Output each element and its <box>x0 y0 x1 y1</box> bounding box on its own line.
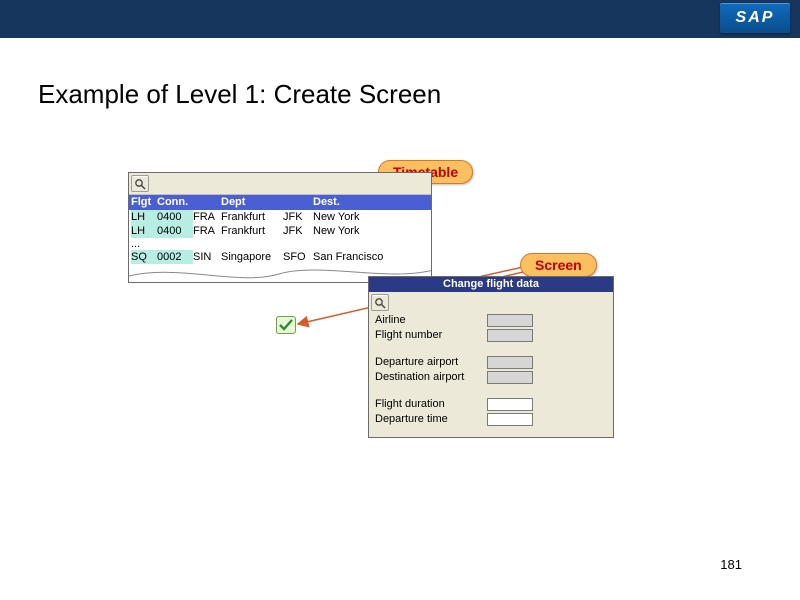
table-row[interactable]: SQ 0002 SIN Singapore SFO San Francisco <box>129 250 431 264</box>
table-row[interactable]: LH 0400 FRA Frankfurt JFK New York <box>129 224 431 238</box>
timetable-toolbar <box>129 173 431 195</box>
screen-body: Airline Flight number Departure airport … <box>369 313 613 427</box>
label-flight-duration: Flight duration <box>375 397 487 412</box>
label-departure-time: Departure time <box>375 412 487 427</box>
input-departure-airport[interactable] <box>487 356 533 369</box>
input-departure-time[interactable] <box>487 413 533 426</box>
input-flight-duration[interactable] <box>487 398 533 411</box>
table-row[interactable]: LH 0400 FRA Frankfurt JFK New York <box>129 210 431 224</box>
callout-screen: Screen <box>520 253 597 277</box>
input-destination-airport[interactable] <box>487 371 533 384</box>
col-conn: Conn. <box>157 195 193 210</box>
input-airline[interactable] <box>487 314 533 327</box>
timetable-body: LH 0400 FRA Frankfurt JFK New York LH 04… <box>129 210 431 282</box>
search-icon[interactable] <box>371 294 389 311</box>
screen-title: Change flight data <box>369 277 613 292</box>
search-icon[interactable] <box>131 175 149 192</box>
screen-toolbar <box>369 292 613 313</box>
col-dest: Dest. <box>313 195 423 210</box>
table-ellipsis: ... <box>129 238 431 250</box>
sap-logo: SAP <box>720 3 790 33</box>
label-flight-number: Flight number <box>375 328 487 343</box>
label-destination-airport: Destination airport <box>375 370 487 385</box>
col-flgt: Flgt <box>131 195 157 210</box>
header-bar: SAP <box>0 0 800 38</box>
check-icon[interactable] <box>276 316 296 334</box>
screen-window: Change flight data Airline Flight number… <box>368 276 614 438</box>
page-title: Example of Level 1: Create Screen <box>38 79 441 110</box>
timetable-window: Flgt Conn. Dept Dest. LH 0400 FRA Frankf… <box>128 172 432 283</box>
page-number: 181 <box>720 557 742 572</box>
col-dept: Dept <box>221 195 283 210</box>
timetable-header-row: Flgt Conn. Dept Dest. <box>129 195 431 210</box>
label-departure-airport: Departure airport <box>375 355 487 370</box>
input-flight-number[interactable] <box>487 329 533 342</box>
label-airline: Airline <box>375 313 487 328</box>
